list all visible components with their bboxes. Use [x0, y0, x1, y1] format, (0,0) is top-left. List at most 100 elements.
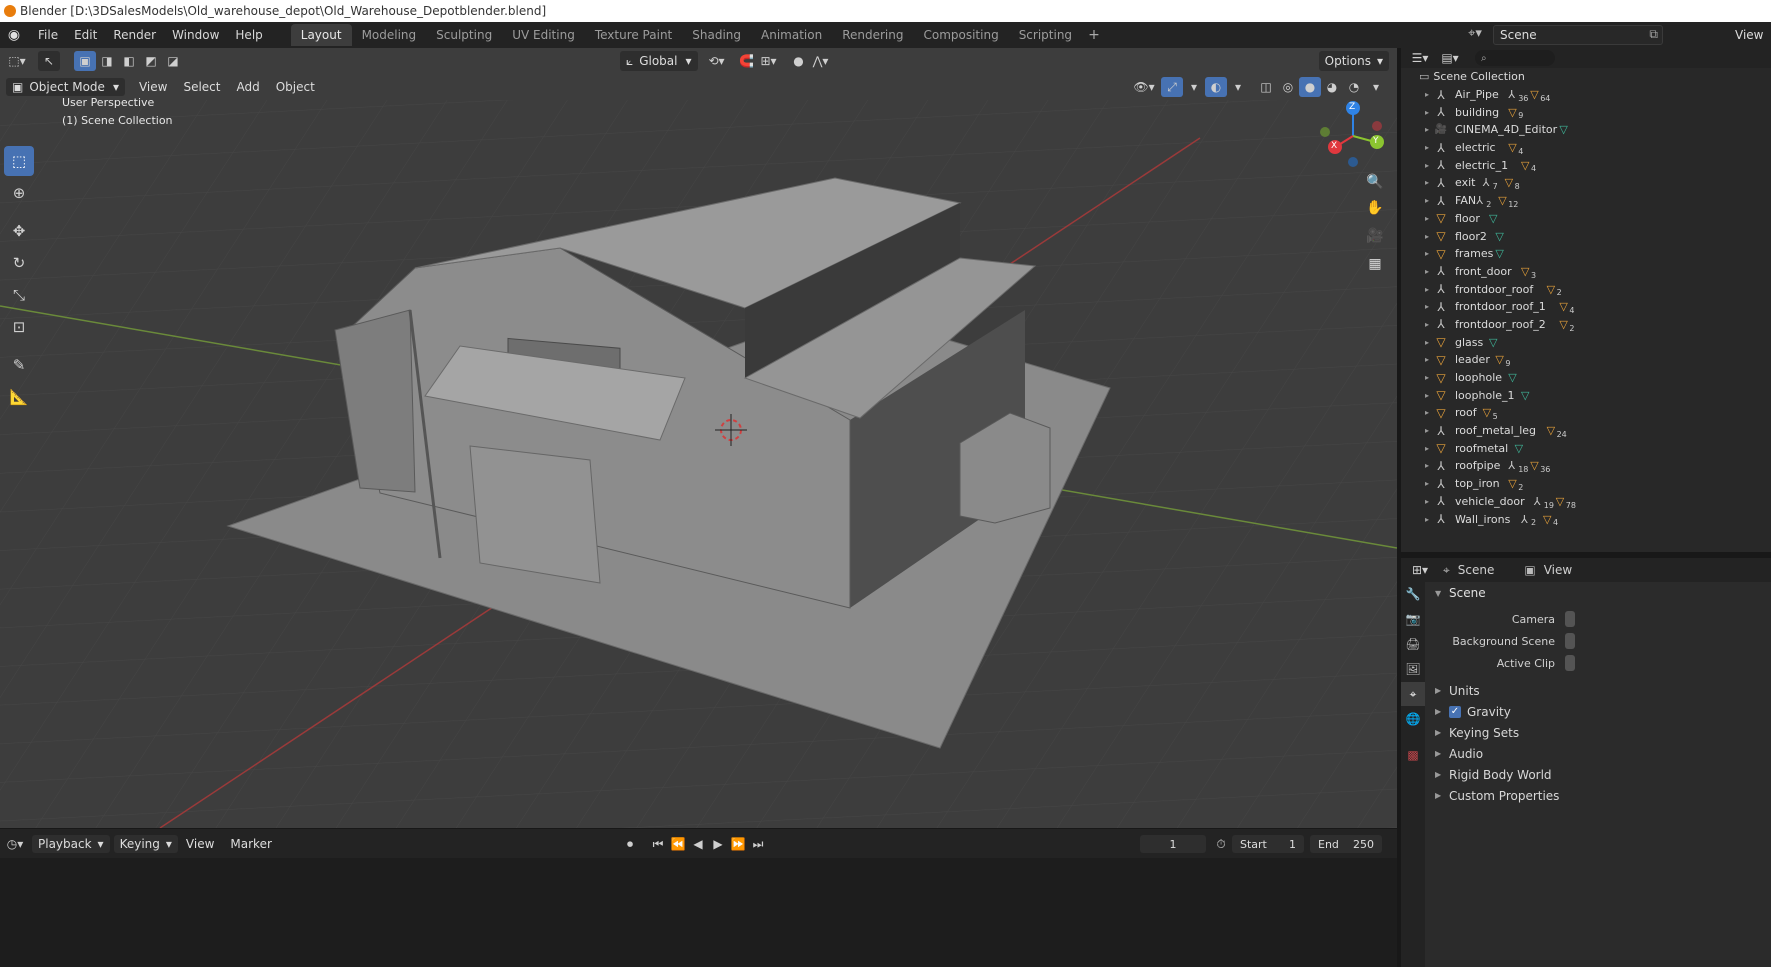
active-clip-field[interactable] — [1565, 655, 1575, 671]
3d-viewport[interactable]: ⬚▾ ↖ ▣ ◨ ◧ ◩ ◪ ⟀ Global ▾ ⟲▾ 🧲 ⊞▾ ● ⋀▾ O… — [0, 48, 1397, 828]
audio-subpanel[interactable]: ▶ Audio — [1425, 743, 1771, 764]
child-objects-icon[interactable]: ▽ — [1508, 106, 1516, 119]
overlay-toggle-icon[interactable]: ◐ — [1205, 77, 1227, 97]
gravity-subpanel[interactable]: ▶ ✓ Gravity — [1425, 701, 1771, 722]
expand-arrow-icon[interactable]: ▸ — [1421, 338, 1433, 347]
transform-orientation-dropdown[interactable]: ⟀ Global ▾ — [620, 51, 698, 71]
menu-object[interactable]: Object — [268, 80, 323, 94]
outliner-item[interactable]: ▸ ▽ glass ▽ — [1401, 333, 1771, 351]
outliner-item[interactable]: ▸ 🎥 CINEMA_4D_Editor ▽ — [1401, 121, 1771, 139]
outliner-item[interactable]: ▸ ⅄ roof_metal_leg ▽ 24 — [1401, 422, 1771, 440]
measure-tool-icon[interactable]: 📐 — [4, 382, 34, 412]
expand-arrow-icon[interactable]: ▸ — [1421, 161, 1433, 170]
child-objects-icon[interactable]: ⅄ — [1508, 459, 1515, 472]
editor-type-icon[interactable]: ⬚▾ — [6, 51, 28, 71]
child-objects-icon[interactable]: ▽ — [1508, 141, 1516, 154]
expand-arrow-icon[interactable]: ▸ — [1421, 249, 1433, 258]
tab-rendering[interactable]: Rendering — [832, 24, 913, 46]
expand-arrow-icon[interactable]: ▸ — [1421, 479, 1433, 488]
select-subtract-icon[interactable]: ◧ — [118, 51, 140, 71]
expand-arrow-icon[interactable]: ▸ — [1421, 355, 1433, 364]
expand-arrow-icon[interactable]: ▸ — [1421, 444, 1433, 453]
keying-sets-subpanel[interactable]: ▶ Keying Sets — [1425, 722, 1771, 743]
menu-edit[interactable]: Edit — [66, 24, 105, 46]
tab-animation[interactable]: Animation — [751, 24, 832, 46]
view-layer-tab-icon[interactable]: 🖼 — [1401, 657, 1425, 681]
child-objects-icon[interactable]: ▽ — [1505, 176, 1513, 189]
cursor-tool-icon[interactable]: ⊕ — [4, 178, 34, 208]
child-objects-icon[interactable]: ⅄ — [1476, 194, 1483, 207]
pivot-point-icon[interactable]: ⟲▾ — [706, 51, 728, 71]
start-frame-field[interactable]: Start 1 — [1232, 835, 1304, 853]
move-tool-icon[interactable]: ✥ — [4, 216, 34, 246]
child-objects-icon[interactable]: ⅄ — [1534, 495, 1541, 508]
child-objects-icon[interactable]: ▽ — [1508, 477, 1516, 490]
preview-range-icon[interactable]: ⏱ — [1210, 834, 1232, 854]
pan-hand-icon[interactable]: ✋ — [1363, 196, 1387, 220]
mesh-data-icon[interactable]: ▽ — [1508, 371, 1516, 384]
tab-sculpting[interactable]: Sculpting — [426, 24, 502, 46]
child-objects-icon[interactable]: ▽ — [1530, 88, 1538, 101]
keying-menu[interactable]: Keying ▾ — [113, 834, 178, 853]
tab-layout[interactable]: Layout — [290, 24, 352, 46]
snap-icon[interactable]: 🧲 — [736, 51, 758, 71]
expand-arrow-icon[interactable]: ▸ — [1421, 125, 1433, 134]
xray-icon[interactable]: ◫ — [1255, 77, 1277, 97]
child-objects-icon[interactable]: ⅄ — [1483, 176, 1490, 189]
expand-arrow-icon[interactable]: ▸ — [1421, 515, 1433, 524]
expand-arrow-icon[interactable]: ▸ — [1421, 408, 1433, 417]
navigation-gizmo[interactable]: Z Y X — [1317, 100, 1387, 170]
outliner-scene-collection[interactable]: ▭ Scene Collection — [1401, 68, 1771, 86]
child-objects-icon[interactable]: ▽ — [1559, 300, 1567, 313]
jump-start-icon[interactable]: ⏮ — [648, 835, 668, 853]
snap-target-icon[interactable]: ⊞▾ — [758, 51, 780, 71]
current-frame-field[interactable]: 1 — [1140, 835, 1206, 853]
child-objects-icon[interactable]: ▽ — [1556, 495, 1564, 508]
child-objects-icon[interactable]: ▽ — [1543, 513, 1551, 526]
child-objects-icon[interactable]: ▽ — [1521, 265, 1529, 278]
menu-window[interactable]: Window — [164, 24, 227, 46]
timeline-view-menu[interactable]: View — [178, 837, 222, 851]
expand-arrow-icon[interactable]: ▸ — [1421, 461, 1433, 470]
perspective-grid-icon[interactable]: ▦ — [1363, 252, 1387, 276]
expand-arrow-icon[interactable]: ▸ — [1421, 426, 1433, 435]
gizmo-neg-x-icon[interactable] — [1372, 121, 1382, 131]
properties-scene-label[interactable]: Scene — [1458, 563, 1495, 577]
overlay-dropdown-icon[interactable]: ▾ — [1227, 77, 1249, 97]
tab-modeling[interactable]: Modeling — [352, 24, 427, 46]
tab-texture-paint[interactable]: Texture Paint — [585, 24, 682, 46]
outliner-item[interactable]: ▸ ⅄ FAN ⅄ 2 ▽ 12 — [1401, 192, 1771, 210]
solid-shading-icon[interactable]: ● — [1299, 77, 1321, 97]
editor-type-icon[interactable]: ◷▾ — [4, 834, 26, 854]
child-objects-icon[interactable]: ▽ — [1521, 159, 1529, 172]
outliner-item[interactable]: ▸ ▽ floor ▽ — [1401, 210, 1771, 228]
outliner-item[interactable]: ▸ ⅄ top_iron ▽ 2 — [1401, 475, 1771, 493]
expand-arrow-icon[interactable]: ▸ — [1421, 196, 1433, 205]
expand-arrow-icon[interactable]: ▸ — [1421, 302, 1433, 311]
display-mode-icon[interactable]: ▤▾ — [1439, 48, 1461, 68]
end-frame-field[interactable]: End 250 — [1310, 835, 1382, 853]
outliner-search-input[interactable]: ⌕ — [1475, 50, 1555, 66]
tab-scripting[interactable]: Scripting — [1009, 24, 1082, 46]
prev-keyframe-icon[interactable]: ⏪ — [668, 835, 688, 853]
mesh-data-icon[interactable]: ▽ — [1489, 336, 1497, 349]
mesh-data-icon[interactable]: ▽ — [1489, 212, 1497, 225]
outliner-item[interactable]: ▸ ⅄ vehicle_door ⅄ 19 ▽ 78 — [1401, 493, 1771, 511]
menu-add[interactable]: Add — [228, 80, 267, 94]
tool-tab-icon[interactable]: 🔧 — [1401, 582, 1425, 606]
outliner-item[interactable]: ▸ ▽ loophole ▽ — [1401, 369, 1771, 387]
gravity-checkbox[interactable]: ✓ — [1449, 705, 1461, 718]
falloff-icon[interactable]: ⋀▾ — [810, 51, 832, 71]
gizmo-dropdown-icon[interactable]: ▾ — [1183, 77, 1205, 97]
blender-logo-icon[interactable]: ◉ — [4, 25, 24, 45]
select-invert-icon[interactable]: ◩ — [140, 51, 162, 71]
outliner-item[interactable]: ▸ ⅄ building ▽ 9 — [1401, 103, 1771, 121]
menu-file[interactable]: File — [30, 24, 66, 46]
menu-view[interactable]: View — [131, 80, 175, 94]
rotate-tool-icon[interactable]: ↻ — [4, 248, 34, 278]
expand-arrow-icon[interactable]: ▸ — [1421, 143, 1433, 152]
select-box-tool-icon[interactable]: ⬚ — [4, 146, 34, 176]
child-objects-icon[interactable]: ▽ — [1547, 283, 1555, 296]
visibility-icon[interactable]: 👁▾ — [1133, 77, 1155, 97]
record-icon[interactable]: ⏺ — [620, 835, 640, 853]
